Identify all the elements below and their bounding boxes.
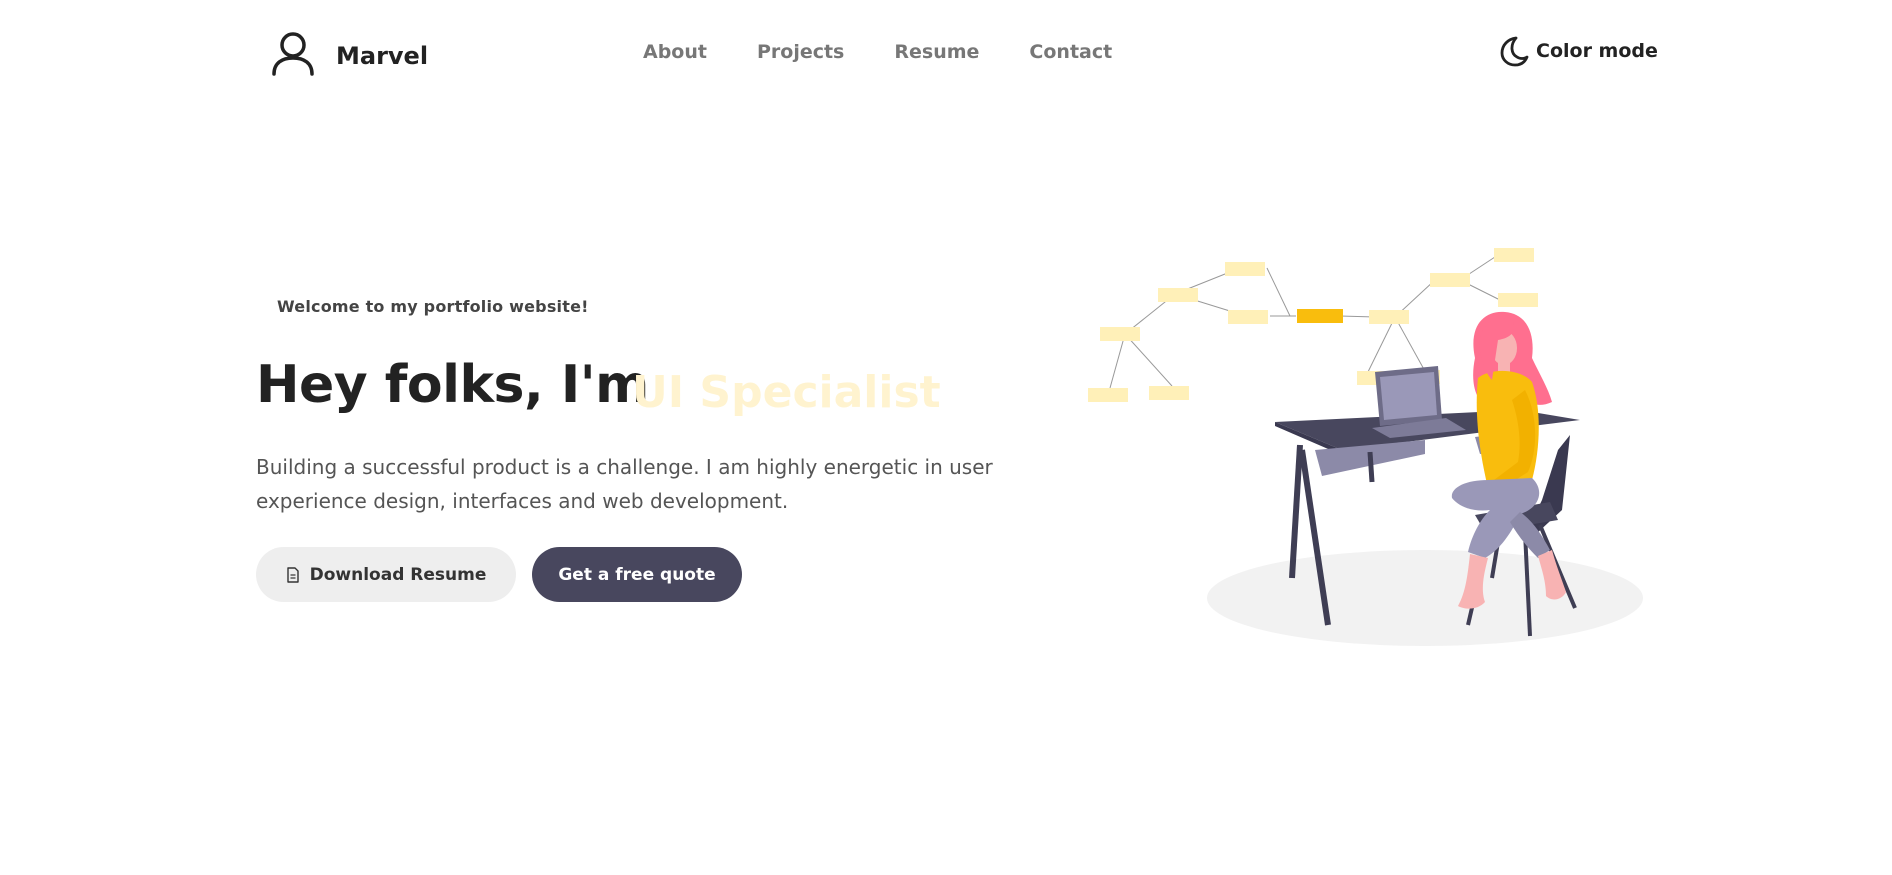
free-quote-label: Get a free quote — [558, 564, 716, 585]
nav-projects[interactable]: Projects — [757, 41, 844, 63]
document-icon — [286, 566, 299, 583]
mind-map-nodes — [1088, 248, 1538, 402]
site-header: Marvel About Projects Resume Contact Col… — [0, 0, 1892, 110]
floor-shadow — [1207, 550, 1643, 646]
user-icon — [272, 32, 314, 76]
brand[interactable]: Marvel — [270, 30, 428, 76]
download-resume-label: Download Resume — [309, 564, 487, 585]
color-mode-label: Color mode — [1536, 40, 1658, 62]
nav-resume[interactable]: Resume — [894, 41, 979, 63]
moon-icon — [1500, 36, 1529, 67]
color-mode-toggle[interactable]: Color mode — [1496, 34, 1658, 68]
nav-about[interactable]: About — [643, 41, 707, 63]
hero-illustration — [1088, 248, 1643, 646]
free-quote-button[interactable]: Get a free quote — [532, 547, 742, 602]
laptop — [1372, 366, 1466, 438]
hero-description: Building a successful product is a chall… — [256, 455, 993, 513]
hero-headline: Hey folks, I'm — [256, 355, 649, 415]
brand-name: Marvel — [336, 42, 429, 70]
nav-contact[interactable]: Contact — [1029, 41, 1112, 63]
main-nav: About Projects Resume Contact — [643, 41, 1162, 63]
welcome-kicker: Welcome to my portfolio website! — [277, 297, 589, 316]
hero-role-text: UI Specialist — [632, 367, 941, 418]
download-resume-button[interactable]: Download Resume — [256, 547, 516, 602]
